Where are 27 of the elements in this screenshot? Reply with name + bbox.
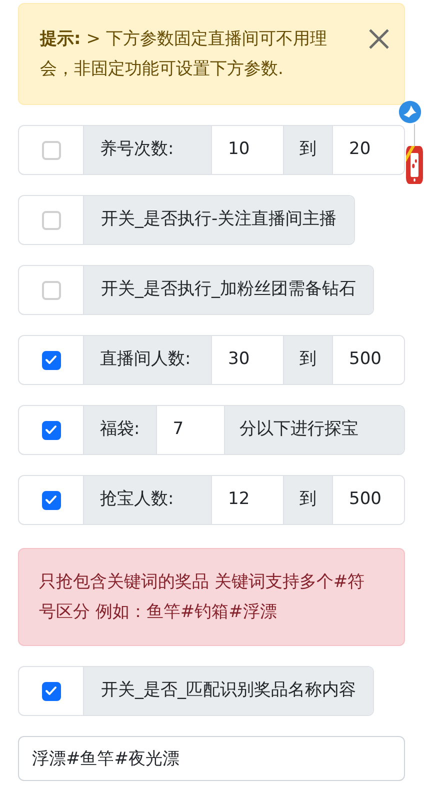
toggle-label: 开关_是否执行-关注直播间主播 bbox=[83, 196, 354, 244]
checkbox[interactable] bbox=[42, 490, 60, 510]
field-label: 养号次数: bbox=[83, 126, 211, 174]
field-label: 福袋: bbox=[83, 406, 156, 454]
phone-icon[interactable] bbox=[406, 146, 423, 184]
checkbox[interactable] bbox=[42, 350, 60, 370]
toggle-label: 开关_是否执行_加粉丝团需备钻石 bbox=[83, 266, 373, 314]
warning-text: 只抢包含关键词的奖品 关键词支持多个#符号区分 例如：鱼竿#钓箱#浮漂 bbox=[39, 571, 366, 624]
field-label: 抢宝人数: bbox=[83, 476, 211, 524]
notice-text: 提示: > 下方参数固定直播间可不用理会，非固定功能可设置下方参数. bbox=[40, 28, 328, 81]
check-icon bbox=[45, 495, 57, 505]
separator-label: 到 bbox=[283, 476, 332, 524]
separator-label: 到 bbox=[283, 336, 332, 384]
check-icon bbox=[45, 355, 57, 365]
checkbox[interactable] bbox=[42, 420, 60, 440]
suffix-label: 分以下进行探宝 bbox=[224, 406, 404, 454]
check-icon bbox=[45, 425, 57, 435]
close-icon[interactable] bbox=[368, 28, 390, 50]
input-field[interactable]: 500 bbox=[332, 336, 404, 384]
input-field[interactable]: 20 bbox=[332, 126, 404, 174]
toggle-label: 开关_是否_匹配识别奖品名称内容 bbox=[83, 667, 373, 715]
input-field[interactable]: 500 bbox=[332, 476, 404, 524]
check-icon bbox=[45, 686, 57, 696]
field-label: 直播间人数: bbox=[83, 336, 211, 384]
separator-label: 到 bbox=[283, 126, 332, 174]
checkbox[interactable] bbox=[42, 682, 60, 700]
keyword-field[interactable]: 浮漂#鱼竿#夜光漂 bbox=[18, 736, 405, 781]
